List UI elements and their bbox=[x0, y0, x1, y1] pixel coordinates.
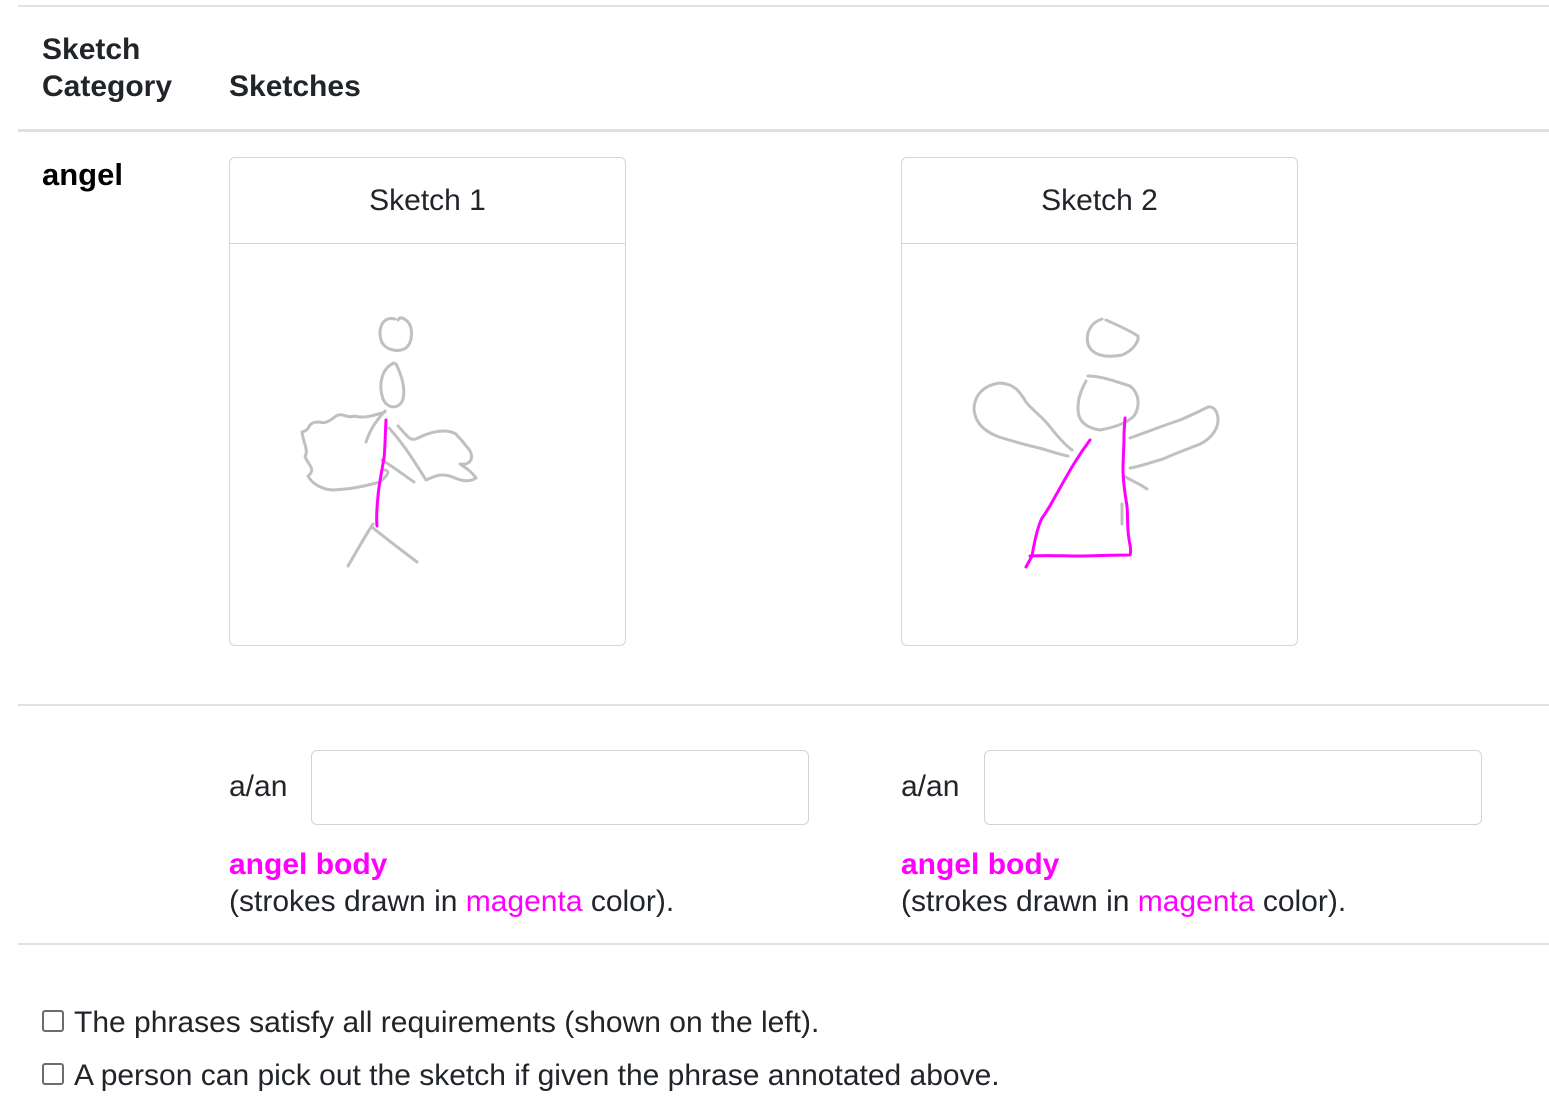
phrase-prefix-label: a/an bbox=[229, 770, 288, 803]
identifiable-check-label: A person can pick out the sketch if give… bbox=[74, 1059, 1000, 1092]
part-name-label: angel body bbox=[229, 848, 388, 881]
header-sketches: Sketches bbox=[229, 70, 361, 103]
annotation-page: Sketch Category Sketches angel Sketch 1 bbox=[0, 0, 1549, 1118]
sketch-1-left-wing-stroke bbox=[300, 409, 390, 492]
sketch-card-1: Sketch 1 bbox=[229, 157, 626, 646]
sketch-1-highlighted-body-stroke bbox=[375, 418, 388, 528]
stroke-note-after: color). bbox=[582, 885, 675, 918]
requirements-check-row[interactable]: The phrases satisfy all requirements (sh… bbox=[42, 1006, 819, 1040]
header-sketch-category: Sketch Category bbox=[42, 33, 173, 103]
sketch-2-halo-stroke bbox=[1085, 317, 1140, 358]
stroke-color-word: magenta bbox=[1137, 885, 1255, 918]
table-header-divider bbox=[18, 129, 1549, 132]
sketch-1-right-leg-stroke bbox=[370, 525, 419, 564]
requirements-check-label: The phrases satisfy all requirements (sh… bbox=[74, 1006, 820, 1039]
part-name-label: angel body bbox=[901, 848, 1060, 881]
stroke-note-after: color). bbox=[1254, 885, 1347, 918]
identifiable-checkbox[interactable] bbox=[42, 1063, 64, 1085]
sketch-canvas-1 bbox=[230, 244, 625, 645]
table-row-divider bbox=[18, 704, 1549, 706]
table-bottom-divider bbox=[18, 943, 1549, 945]
category-name: angel bbox=[42, 157, 123, 192]
sketch-2-left-wing-stroke bbox=[972, 381, 1074, 458]
phrase-prefix-label: a/an bbox=[901, 770, 960, 803]
sketch-2-head-stroke bbox=[1076, 374, 1140, 432]
stroke-note-before: (strokes drawn in bbox=[229, 885, 466, 918]
sketch-2-right-wing-stroke bbox=[1120, 405, 1220, 526]
identifiable-check-row[interactable]: A person can pick out the sketch if give… bbox=[42, 1059, 1000, 1093]
table-top-divider bbox=[18, 5, 1549, 7]
sketch-card-2: Sketch 2 bbox=[901, 157, 1298, 646]
sketch-2-highlighted-body-stroke bbox=[1024, 416, 1133, 569]
sketch-drawing-1 bbox=[300, 316, 478, 568]
sketch-canvas-2 bbox=[902, 244, 1297, 645]
phrase-input-1[interactable] bbox=[311, 750, 809, 825]
stroke-note-before: (strokes drawn in bbox=[901, 885, 1138, 918]
sketch-card-title: Sketch 1 bbox=[230, 158, 625, 244]
sketch-drawing-2 bbox=[972, 317, 1220, 569]
stroke-color-note: (strokes drawn in magenta color). bbox=[901, 883, 1346, 920]
sketch-1-halo-stroke bbox=[378, 316, 413, 352]
stroke-color-note: (strokes drawn in magenta color). bbox=[229, 883, 674, 920]
sketch-1-left-leg-stroke bbox=[346, 522, 375, 568]
requirements-checkbox[interactable] bbox=[42, 1010, 64, 1032]
sketch-1-head-stroke bbox=[379, 361, 406, 409]
phrase-input-2[interactable] bbox=[984, 750, 1482, 825]
sketch-card-title: Sketch 2 bbox=[902, 158, 1297, 244]
stroke-color-word: magenta bbox=[465, 885, 583, 918]
